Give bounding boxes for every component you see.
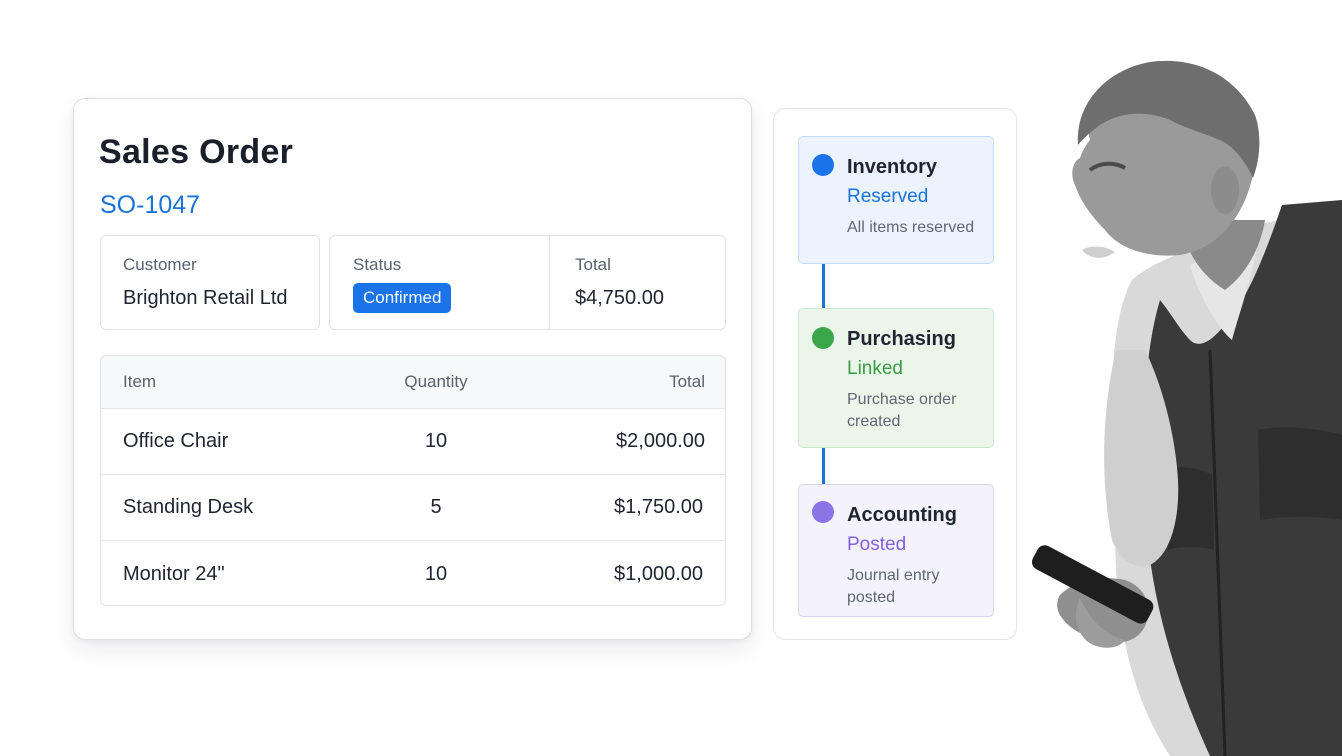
row-total: $1,000.00 bbox=[614, 562, 703, 585]
column-header-item: Item bbox=[123, 372, 157, 391]
step-description: Purchase order created bbox=[847, 391, 957, 430]
step-title: Accounting bbox=[847, 504, 957, 526]
total-label: Total bbox=[575, 255, 611, 274]
step-title: Inventory bbox=[847, 156, 938, 178]
step-status: Reserved bbox=[847, 186, 929, 207]
row-quantity: 5 bbox=[430, 496, 442, 518]
step-dot-icon bbox=[812, 327, 834, 349]
row-total: $2,000.00 bbox=[616, 430, 705, 452]
row-item: Standing Desk bbox=[123, 496, 254, 518]
total-value: $4,750.00 bbox=[575, 287, 664, 309]
status-label: Status bbox=[353, 255, 402, 274]
workflow-step-inventory[interactable]: Inventory Reserved All items reserved bbox=[798, 136, 994, 264]
status-total-summary: Status Confirmed Total $4,750.00 bbox=[329, 235, 726, 330]
table-header: Item Quantity Total bbox=[101, 356, 725, 409]
step-dot-icon bbox=[812, 154, 834, 176]
step-dot-icon bbox=[812, 501, 834, 523]
customer-value: Brighton Retail Ltd bbox=[123, 287, 288, 309]
order-number-link[interactable]: SO-1047 bbox=[100, 191, 200, 220]
sales-order-card: Sales Order SO-1047 Customer Brighton Re… bbox=[73, 98, 752, 640]
page-title: Sales Order bbox=[99, 133, 294, 171]
row-item: Office Chair bbox=[123, 430, 229, 452]
step-description: Journal entry posted bbox=[847, 567, 940, 606]
person-with-phone-illustration bbox=[1031, 60, 1342, 756]
column-header-quantity: Quantity bbox=[404, 372, 468, 391]
line-items-table: Item Quantity Total Office Chair 10 $2,0… bbox=[100, 355, 726, 606]
row-total: $1,750.00 bbox=[614, 496, 703, 518]
workflow-step-accounting[interactable]: Accounting Posted Journal entry posted bbox=[798, 484, 994, 617]
customer-summary: Customer Brighton Retail Ltd bbox=[100, 235, 320, 330]
step-status: Posted bbox=[847, 534, 907, 555]
step-title: Purchasing bbox=[847, 328, 956, 350]
row-quantity: 10 bbox=[424, 430, 448, 452]
step-status: Linked bbox=[847, 358, 903, 379]
row-item: Monitor 24" bbox=[123, 562, 225, 585]
table-row[interactable]: Office Chair 10 $2,000.00 bbox=[101, 409, 725, 475]
summary-divider bbox=[549, 236, 550, 329]
workflow-panel: Inventory Reserved All items reserved Pu… bbox=[773, 108, 1017, 640]
table-row[interactable]: Monitor 24" 10 $1,000.00 bbox=[101, 541, 725, 605]
step-description: All items reserved bbox=[847, 219, 975, 236]
customer-label: Customer bbox=[123, 255, 197, 274]
table-row[interactable]: Standing Desk 5 $1,750.00 bbox=[101, 475, 725, 541]
row-quantity: 10 bbox=[424, 562, 448, 585]
column-header-total: Total bbox=[669, 372, 705, 391]
workflow-step-purchasing[interactable]: Purchasing Linked Purchase order created bbox=[798, 308, 994, 448]
status-badge: Confirmed bbox=[353, 283, 452, 313]
